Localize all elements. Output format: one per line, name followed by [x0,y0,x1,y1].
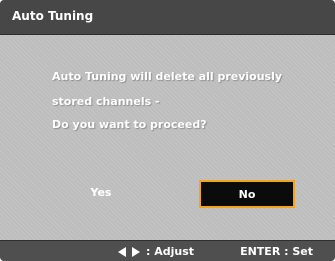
yes-button[interactable]: Yes [63,180,139,204]
dialog-title: Auto Tuning [12,9,94,23]
message-line-2: stored channels - [52,95,160,108]
enter-set-hint: ENTER : Set [240,245,313,258]
adjust-label: : Adjust [146,245,195,258]
adjust-hint: : Adjust [118,245,194,258]
left-right-arrows-icon [118,246,140,258]
footer-bar: : Adjust ENTER : Set [0,240,335,261]
message-line-1: Auto Tuning will delete all previously [52,70,283,83]
message-line-3: Do you want to proceed? [52,118,207,131]
auto-tuning-dialog: Auto Tuning Auto Tuning will delete all … [0,0,335,261]
title-bar: Auto Tuning [0,0,335,35]
no-button[interactable]: No [199,180,295,208]
